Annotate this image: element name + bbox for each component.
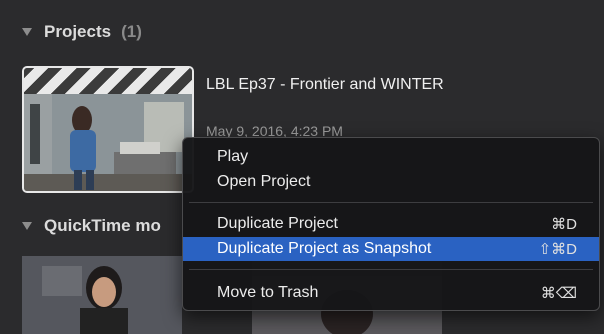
projects-count: (1): [121, 22, 142, 41]
project-thumbnail[interactable]: [22, 66, 194, 193]
disclosure-triangle-icon[interactable]: [22, 28, 32, 36]
menu-item-shortcut: ⇧⌘D: [538, 241, 577, 258]
menu-item-shortcut: ⌘D: [551, 216, 577, 233]
menu-item-label: Play: [217, 148, 249, 165]
menu-separator: [189, 202, 593, 203]
menu-item-shortcut: ⌘⌫: [540, 285, 577, 302]
menu-item-label: Duplicate Project: [217, 215, 338, 232]
disclosure-triangle-icon[interactable]: [22, 222, 32, 230]
menu-item-duplicate-project[interactable]: Duplicate Project ⌘D: [183, 212, 599, 236]
clip-thumbnail[interactable]: [22, 256, 182, 334]
menu-item-move-to-trash[interactable]: Move to Trash ⌘⌫: [183, 281, 599, 305]
menu-item-duplicate-snapshot[interactable]: Duplicate Project as Snapshot ⇧⌘D: [183, 237, 599, 261]
project-scene-image: [24, 94, 192, 191]
menu-separator: [189, 269, 593, 270]
quicktime-section-title: QuickTime mo: [44, 216, 161, 235]
quicktime-section-header[interactable]: QuickTime mo: [22, 211, 161, 241]
menu-item-label: Duplicate Project as Snapshot: [217, 240, 432, 257]
menu-item-open-project[interactable]: Open Project: [183, 170, 599, 194]
projects-section-title: Projects: [44, 22, 112, 41]
projects-section-header[interactable]: Projects (1): [22, 17, 142, 47]
menu-item-play[interactable]: Play: [183, 145, 599, 169]
clapperboard-icon: [24, 68, 192, 94]
project-title[interactable]: LBL Ep37 - Frontier and WINTER: [206, 74, 466, 95]
menu-item-label: Open Project: [217, 173, 311, 190]
context-menu: Play Open Project Duplicate Project ⌘D D…: [182, 137, 600, 311]
menu-item-label: Move to Trash: [217, 284, 319, 301]
